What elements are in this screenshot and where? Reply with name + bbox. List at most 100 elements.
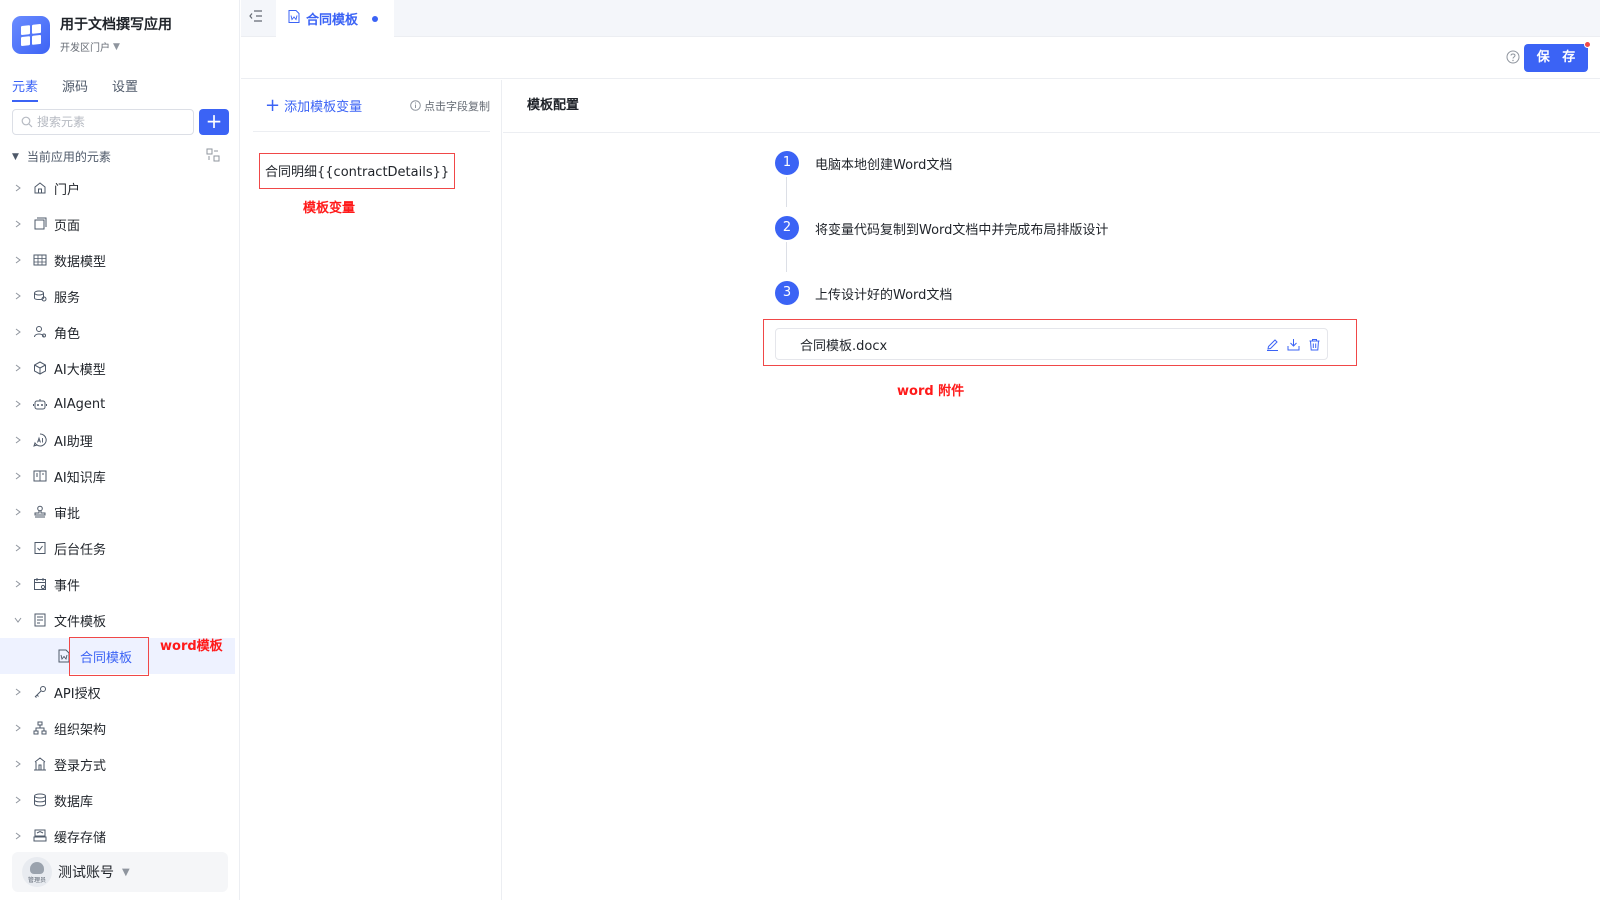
event-icon (32, 576, 48, 592)
sidebar-item-ai-assistant[interactable]: AI助理 (0, 422, 235, 458)
step-text: 上传设计好的Word文档 (815, 287, 953, 303)
template-config-panel: 模板配置 1 电脑本地创建Word文档 2 将变量代码复制到Word文档中并完成… (503, 80, 1600, 900)
search-icon (21, 116, 33, 128)
sidebar-item-label: API授权 (54, 686, 101, 702)
sidebar-item-database[interactable]: 数据库 (0, 782, 235, 818)
robot-icon (32, 396, 48, 412)
tab-elements[interactable]: 元素 (12, 76, 39, 102)
tab-settings[interactable]: 设置 (112, 76, 138, 102)
collapse-sidebar-icon[interactable] (249, 10, 263, 26)
app-title: 用于文档撰写应用 (60, 17, 172, 33)
sidebar-item-label: AI大模型 (54, 362, 106, 378)
sidebar-item-service[interactable]: 服务 (0, 278, 235, 314)
sidebar-item-label: 服务 (54, 290, 81, 306)
step-text: 将变量代码复制到Word文档中并完成布局排版设计 (815, 222, 1109, 238)
save-button-label: 保 存 (1536, 50, 1580, 65)
step-text: 电脑本地创建Word文档 (815, 157, 953, 173)
home-icon (32, 180, 48, 196)
annotation-template-variable: 模板变量 (303, 201, 356, 216)
sidebar-item-label: AI助理 (54, 434, 93, 450)
step-2: 2 将变量代码复制到Word文档中并完成布局排版设计 (775, 216, 1108, 240)
annotation-box-word-attachment (763, 319, 1357, 366)
user-menu[interactable]: 管理员 测试账号 ▼ (12, 852, 228, 892)
sidebar-item-label: 登录方式 (54, 758, 107, 774)
sidebar-item-role[interactable]: 角色 (0, 314, 235, 350)
sidebar-item-ai-agent[interactable]: AIAgent (0, 386, 235, 422)
step-number: 1 (775, 151, 799, 175)
config-title: 模板配置 (527, 98, 580, 113)
step-3: 3 上传设计好的Word文档 (775, 281, 952, 305)
add-variable-label: 添加模板变量 (284, 100, 363, 115)
sidebar-item-org[interactable]: 组织架构 (0, 710, 235, 746)
sidebar-item-label: 事件 (54, 578, 81, 594)
sidebar-item-label: 门户 (54, 182, 81, 198)
portal-name: 开发区门户 (60, 43, 110, 54)
plus-icon: + (265, 94, 281, 116)
add-template-variable-button[interactable]: + 添加模板变量 (265, 96, 362, 115)
sidebar-item-ai-knowledge[interactable]: AI知识库 (0, 458, 235, 494)
login-icon (32, 756, 48, 772)
chevron-right-icon (14, 220, 24, 228)
stamp-icon (32, 504, 48, 520)
sidebar-item-login[interactable]: 登录方式 (0, 746, 235, 782)
chevron-right-icon (14, 256, 24, 264)
sidebar-item-label: 后台任务 (54, 542, 107, 558)
sidebar-item-event[interactable]: 事件 (0, 566, 235, 602)
task-icon (32, 540, 48, 556)
sidebar-item-cache[interactable]: 缓存存储 (0, 818, 235, 854)
tab-label: 合同模板 (306, 13, 359, 28)
help-icon[interactable] (1506, 50, 1520, 68)
sidebar: 用于文档撰写应用 开发区门户 ▼ 元素 源码 设置 + ▼ 当前应用的元素 门户 (0, 0, 240, 900)
sidebar-item-background-task[interactable]: 后台任务 (0, 530, 235, 566)
user-avatar-icon (30, 862, 44, 874)
unsaved-dot (372, 15, 379, 22)
copy-hint: 点击字段复制 (410, 98, 490, 114)
sidebar-item-page[interactable]: 页面 (0, 206, 235, 242)
copy-hint-text: 点击字段复制 (424, 99, 490, 113)
tab-contract-template[interactable]: 合同模板 (276, 0, 394, 37)
sidebar-item-label: 审批 (54, 506, 81, 522)
chevron-right-icon (14, 364, 24, 372)
app-header: 用于文档撰写应用 开发区门户 ▼ (12, 16, 172, 54)
chevron-right-icon (14, 580, 24, 588)
chevron-down-icon (14, 616, 24, 624)
unsaved-badge (1584, 41, 1591, 48)
chevron-right-icon (14, 724, 24, 732)
annotation-box-contract-template (69, 637, 149, 676)
tree-header[interactable]: ▼ 当前应用的元素 (12, 148, 220, 165)
avatar: 管理员 (22, 857, 52, 887)
step-number: 3 (775, 281, 799, 305)
caret-down-icon: ▼ (113, 41, 120, 52)
sidebar-item-label: 数据模型 (54, 254, 107, 270)
user-role: 管理员 (27, 877, 46, 884)
sidebar-item-label: AIAgent (54, 396, 106, 412)
cache-icon (32, 828, 48, 844)
api-key-icon (32, 684, 48, 700)
locate-icon[interactable] (206, 148, 220, 165)
sidebar-item-file-template[interactable]: 文件模板 (0, 602, 235, 638)
chevron-right-icon (14, 436, 24, 444)
sidebar-item-approval[interactable]: 审批 (0, 494, 235, 530)
annotation-word-template: word模板 (160, 639, 223, 654)
save-button[interactable]: 保 存 (1524, 41, 1591, 72)
chevron-right-icon (14, 328, 24, 336)
sidebar-item-label: 数据库 (54, 794, 94, 810)
info-icon (410, 100, 421, 111)
chevron-right-icon (14, 292, 24, 300)
cube-icon (32, 360, 48, 376)
search-box (12, 109, 194, 135)
chevron-right-icon (14, 544, 24, 552)
sidebar-item-ai-model[interactable]: AI大模型 (0, 350, 235, 386)
user-name: 测试账号 (58, 865, 114, 881)
tab-source[interactable]: 源码 (62, 76, 88, 102)
service-icon (32, 288, 48, 304)
sidebar-item-data-model[interactable]: 数据模型 (0, 242, 235, 278)
portal-selector[interactable]: 开发区门户 ▼ (60, 39, 172, 55)
sidebar-item-api-auth[interactable]: API授权 (0, 674, 235, 710)
sidebar-item-label: 页面 (54, 218, 81, 234)
sidebar-item-portal[interactable]: 门户 (0, 170, 235, 206)
add-element-button[interactable]: + (199, 109, 229, 135)
sidebar-item-label: 缓存存储 (54, 830, 107, 846)
tab-bar: 合同模板 (241, 0, 1600, 37)
search-input[interactable] (37, 115, 177, 129)
